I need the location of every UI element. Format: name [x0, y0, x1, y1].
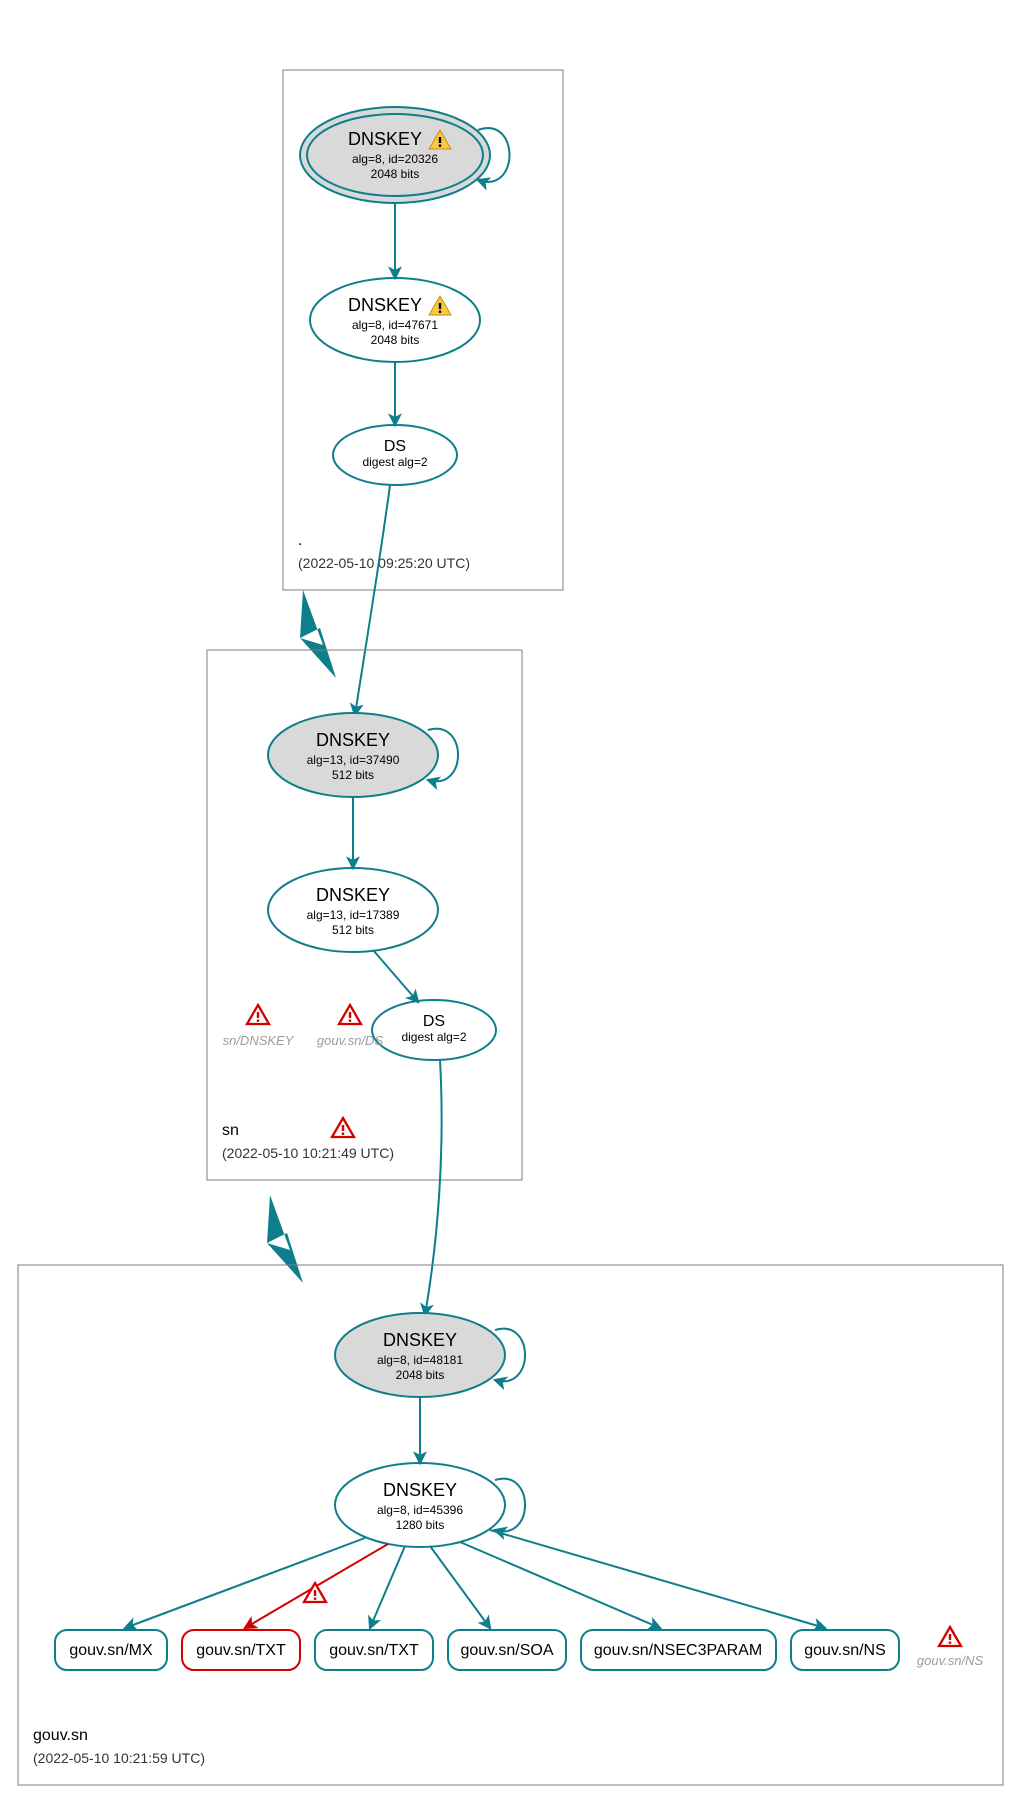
gouv-dnskey2-alg: alg=8, id=45396	[377, 1503, 463, 1517]
zone-root-time: (2022-05-10 09:25:20 UTC)	[298, 555, 470, 571]
rr-ns-label: gouv.sn/NS	[804, 1642, 886, 1659]
ghost-sn-dnskey: sn/DNSKEY	[223, 1033, 295, 1048]
gouv-dnskey2-title: DNSKEY	[383, 1480, 457, 1500]
zone-gouv-label: gouv.sn	[33, 1727, 88, 1744]
sn-dnskey1-title: DNSKEY	[316, 730, 390, 750]
root-dnskey2-node[interactable]: DNSKEY alg=8, id=47671 2048 bits	[310, 278, 480, 362]
zone-gouv-box	[18, 1265, 1003, 1785]
gouv-dnskey2-node[interactable]: DNSKEY alg=8, id=45396 1280 bits	[335, 1463, 505, 1547]
root-ds-title: DS	[384, 438, 406, 455]
warning-icon	[332, 1118, 354, 1137]
warning-icon	[339, 1005, 361, 1024]
gouv-dnskey1-node[interactable]: DNSKEY alg=8, id=48181 2048 bits	[335, 1313, 505, 1397]
delegation-arrow-icon	[300, 590, 336, 678]
root-dnskey2-alg: alg=8, id=47671	[352, 318, 438, 332]
gouv-dnskey2-bits: 1280 bits	[396, 1518, 445, 1532]
delegation-arrow-icon	[267, 1195, 303, 1283]
root-dnskey2-title: DNSKEY	[348, 295, 422, 315]
ghost-gouv-ds: gouv.sn/DS	[317, 1033, 384, 1048]
rr-soa-node[interactable]: gouv.sn/SOA	[448, 1630, 566, 1670]
sn-dnskey2-title: DNSKEY	[316, 885, 390, 905]
rr-txt-node[interactable]: gouv.sn/TXT	[315, 1630, 433, 1670]
edge	[355, 485, 390, 715]
root-dnskey1-node[interactable]: DNSKEY alg=8, id=20326 2048 bits	[300, 107, 490, 203]
rr-txt2-label: gouv.sn/TXT	[329, 1642, 419, 1659]
rr-txt-error-node[interactable]: gouv.sn/TXT	[182, 1630, 300, 1670]
rr-nsec3param-node[interactable]: gouv.sn/NSEC3PARAM	[581, 1630, 776, 1670]
rr-txt1-label: gouv.sn/TXT	[196, 1642, 286, 1659]
root-dnskey1-title: DNSKEY	[348, 129, 422, 149]
rr-ns-node[interactable]: gouv.sn/NS	[791, 1630, 899, 1670]
zone-gouv-time: (2022-05-10 10:21:59 UTC)	[33, 1750, 205, 1766]
warning-icon	[939, 1627, 961, 1646]
edge	[430, 1546, 490, 1628]
edge	[425, 1060, 442, 1315]
sn-ds-sub: digest alg=2	[401, 1030, 466, 1044]
zone-sn-label: sn	[222, 1122, 239, 1139]
root-dnskey2-bits: 2048 bits	[371, 333, 420, 347]
edge	[125, 1538, 365, 1628]
rr-mx-label: gouv.sn/MX	[69, 1642, 153, 1659]
root-ds-sub: digest alg=2	[362, 455, 427, 469]
root-dnskey1-alg: alg=8, id=20326	[352, 152, 438, 166]
rr-mx-node[interactable]: gouv.sn/MX	[55, 1630, 167, 1670]
rr-nsec-label: gouv.sn/NSEC3PARAM	[594, 1642, 762, 1659]
root-dnskey1-bits: 2048 bits	[371, 167, 420, 181]
sn-dnskey2-alg: alg=13, id=17389	[307, 908, 400, 922]
gouv-dnskey1-bits: 2048 bits	[396, 1368, 445, 1382]
sn-dnskey1-alg: alg=13, id=37490	[307, 753, 400, 767]
sn-dnskey1-node[interactable]: DNSKEY alg=13, id=37490 512 bits	[268, 713, 438, 797]
sn-dnskey2-node[interactable]: DNSKEY alg=13, id=17389 512 bits	[268, 868, 438, 952]
edge	[373, 950, 418, 1002]
gouv-dnskey1-alg: alg=8, id=48181	[377, 1353, 463, 1367]
sn-ds-title: DS	[423, 1013, 445, 1030]
root-ds-node[interactable]: DS digest alg=2	[333, 425, 457, 485]
sn-ds-node[interactable]: DS digest alg=2	[372, 1000, 496, 1060]
edge	[370, 1546, 405, 1628]
warning-icon	[247, 1005, 269, 1024]
zone-sn-time: (2022-05-10 10:21:49 UTC)	[222, 1145, 394, 1161]
edge	[490, 1530, 825, 1628]
edge	[460, 1542, 660, 1628]
zone-root-label: .	[298, 532, 302, 549]
sn-dnskey1-bits: 512 bits	[332, 768, 374, 782]
sn-dnskey2-bits: 512 bits	[332, 923, 374, 937]
gouv-dnskey1-title: DNSKEY	[383, 1330, 457, 1350]
ghost-gouv-ns: gouv.sn/NS	[917, 1653, 984, 1668]
rr-soa-label: gouv.sn/SOA	[460, 1642, 553, 1659]
